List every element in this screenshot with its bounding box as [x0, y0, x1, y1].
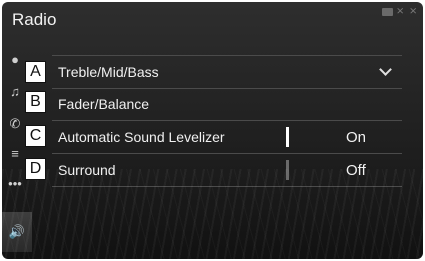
speaker-icon[interactable]: 🔊 — [2, 212, 32, 252]
callout-d: D — [25, 158, 46, 180]
radio-source-icon[interactable]: ● — [6, 52, 24, 68]
signal-off-icon: ⨯ — [396, 6, 405, 17]
setting-label: Surround — [58, 162, 116, 178]
network-off-icon: ⨯ — [409, 6, 418, 17]
setting-row-treble-mid-bass[interactable]: Treble/Mid/Bass — [52, 55, 402, 89]
callout-a: A — [25, 61, 46, 83]
callout-c: C — [25, 125, 46, 147]
toggle-indicator — [286, 160, 289, 180]
surround-toggle[interactable]: Off — [286, 160, 402, 180]
list-icon[interactable]: ≡ — [6, 146, 24, 162]
toggle-value: On — [346, 129, 367, 146]
more-icon[interactable]: ••• — [6, 176, 24, 192]
audio-settings-screen: Radio ⨯ ⨯ ● ♫ ✆ ≡ ••• 🔊 Treble/Mid/Bass … — [2, 2, 423, 259]
levelizer-toggle[interactable]: On — [286, 127, 402, 147]
callout-b: B — [25, 91, 46, 113]
toggle-indicator — [286, 127, 289, 147]
screen-title: Radio — [12, 10, 57, 29]
setting-label: Treble/Mid/Bass — [58, 64, 159, 80]
setting-row-fader-balance[interactable]: Fader/Balance — [52, 88, 402, 121]
setting-row-automatic-sound-levelizer[interactable]: Automatic Sound Levelizer On — [52, 121, 402, 154]
chevron-down-icon[interactable] — [379, 63, 392, 76]
setting-label: Fader/Balance — [58, 96, 150, 112]
toggle-value: Off — [346, 162, 366, 179]
media-source-icon[interactable]: ♫ — [6, 84, 24, 100]
phone-source-icon[interactable]: ✆ — [6, 116, 24, 132]
status-icons: ⨯ ⨯ — [382, 6, 419, 17]
setting-row-surround[interactable]: Surround Off — [52, 154, 402, 187]
setting-label: Automatic Sound Levelizer — [58, 129, 225, 145]
battery-icon — [382, 8, 393, 16]
